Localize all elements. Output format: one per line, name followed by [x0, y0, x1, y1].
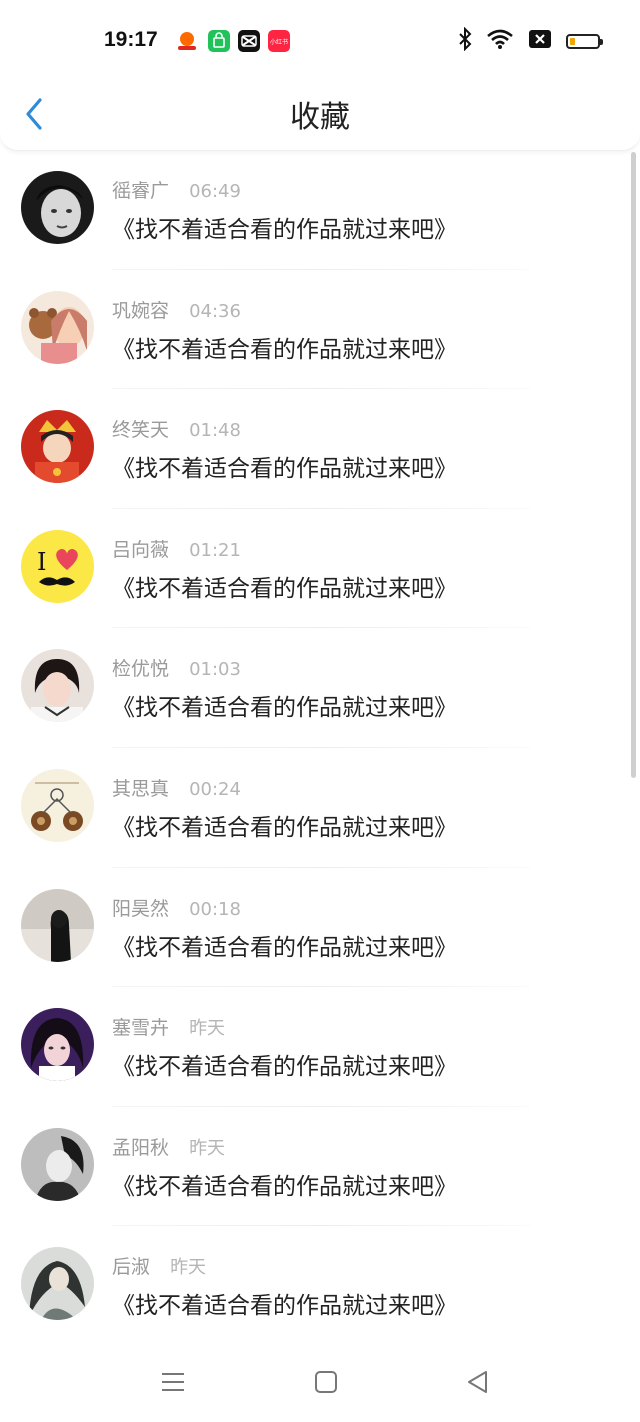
item-message: 《找不着适合看的作品就过来吧》: [112, 1293, 457, 1320]
item-time: 昨天: [189, 1018, 226, 1040]
item-message: 《找不着适合看的作品就过来吧》: [112, 217, 457, 243]
item-meta: 吕向薇 01:21: [112, 535, 241, 562]
wifi-icon: [486, 28, 514, 54]
status-bar: 19:17 小红书: [0, 0, 640, 80]
battery-icon: [566, 33, 603, 49]
system-status-icons: [458, 26, 603, 56]
list-item[interactable]: 后淑 昨天 《找不着适合看的作品就过来吧》: [0, 1226, 640, 1346]
user-name: 巩婉容: [112, 299, 170, 322]
status-time: 19:17: [104, 28, 158, 51]
avatar[interactable]: [21, 171, 94, 244]
user-name: 阳昊然: [112, 897, 170, 920]
battery-level: [570, 37, 576, 45]
item-time: 00:24: [189, 778, 241, 800]
avatar[interactable]: [21, 1127, 94, 1201]
list-item[interactable]: 检优悦 01:03 《找不着适合看的作品就过来吧》: [0, 628, 640, 748]
list-item[interactable]: I 吕向薇 01:21 《找不着适合看的作品就过来吧》: [0, 509, 640, 629]
list-item[interactable]: 孟阳秋 昨天 《找不着适合看的作品就过来吧》: [0, 1107, 640, 1227]
user-name: 终笑天: [112, 419, 170, 442]
list-item[interactable]: 终笑天 01:48 《找不着适合看的作品就过来吧》: [0, 389, 640, 509]
back-triangle-icon: [468, 1371, 487, 1393]
list-item[interactable]: 阳昊然 00:18 《找不着适合看的作品就过来吧》: [0, 868, 640, 988]
user-name: 孟阳秋: [112, 1136, 170, 1159]
avatar[interactable]: I: [21, 529, 94, 603]
user-name: 其思真: [112, 777, 170, 800]
avatar[interactable]: [21, 1247, 94, 1321]
item-message: 《找不着适合看的作品就过来吧》: [112, 575, 457, 602]
taobao-icon: [176, 30, 198, 52]
item-meta: 阳昊然 00:18: [112, 894, 241, 921]
no-sim-icon: [528, 29, 552, 53]
menu-icon: [162, 1373, 184, 1391]
item-time: 04:36: [189, 300, 241, 322]
avatar[interactable]: [21, 768, 94, 842]
user-name: 吕向薇: [112, 538, 170, 561]
item-message: 《找不着适合看的作品就过来吧》: [112, 934, 457, 961]
capcut-icon: [238, 30, 260, 52]
item-message: 《找不着适合看的作品就过来吧》: [112, 1054, 457, 1081]
item-meta: 塞雪卉 昨天: [112, 1013, 225, 1040]
svg-text:小红书: 小红书: [270, 38, 288, 46]
item-message: 《找不着适合看的作品就过来吧》: [112, 336, 457, 363]
item-time: 06:49: [189, 181, 241, 202]
system-nav-bar: [0, 1342, 640, 1422]
user-name: 徭睿广: [112, 180, 170, 202]
xiaohongshu-icon: 小红书: [268, 30, 290, 52]
avatar-letter-icon: I: [37, 548, 46, 576]
avatar[interactable]: [21, 410, 94, 484]
user-name: 检优悦: [112, 658, 170, 681]
back-nav-button[interactable]: [458, 1362, 498, 1402]
item-meta: 其思真 00:24: [112, 774, 241, 801]
list-item[interactable]: 巩婉容 04:36 《找不着适合看的作品就过来吧》: [0, 270, 640, 390]
favorites-list: 徭睿广 06:49 《找不着适合看的作品就过来吧》 巩婉容 04:36 《找不着…: [0, 150, 640, 1346]
list-item[interactable]: 徭睿广 06:49 《找不着适合看的作品就过来吧》: [0, 150, 640, 270]
menu-button[interactable]: [153, 1362, 193, 1402]
bluetooth-icon: [458, 26, 472, 55]
item-meta: 巩婉容 04:36: [112, 296, 241, 323]
item-time: 01:21: [189, 539, 241, 561]
page-title: 收藏: [290, 100, 350, 135]
list-item[interactable]: 其思真 00:24 《找不着适合看的作品就过来吧》: [0, 748, 640, 868]
user-name: 后淑: [112, 1256, 151, 1279]
item-time: 01:48: [189, 420, 241, 442]
item-message: 《找不着适合看的作品就过来吧》: [112, 814, 457, 841]
item-meta: 后淑 昨天: [112, 1252, 206, 1279]
avatar[interactable]: [21, 1008, 94, 1082]
item-time: 昨天: [170, 1257, 207, 1279]
item-time: 01:03: [189, 659, 241, 681]
shop-bag-icon: [208, 30, 230, 52]
app-header: 收藏: [0, 80, 640, 151]
avatar[interactable]: [21, 290, 94, 364]
item-meta: 孟阳秋 昨天: [112, 1133, 225, 1160]
item-meta: 徭睿广 06:49: [112, 176, 241, 203]
scrollbar[interactable]: [631, 152, 636, 778]
item-meta: 检优悦 01:03: [112, 654, 241, 681]
item-time: 00:18: [189, 898, 241, 920]
avatar[interactable]: [21, 888, 94, 962]
item-message: 《找不着适合看的作品就过来吧》: [112, 456, 457, 483]
user-name: 塞雪卉: [112, 1017, 170, 1040]
item-meta: 终笑天 01:48: [112, 415, 241, 442]
home-button[interactable]: [306, 1362, 346, 1402]
home-square-icon: [315, 1371, 337, 1393]
avatar[interactable]: [21, 649, 94, 723]
item-message: 《找不着适合看的作品就过来吧》: [112, 1173, 457, 1200]
list-item[interactable]: 塞雪卉 昨天 《找不着适合看的作品就过来吧》: [0, 987, 640, 1107]
item-message: 《找不着适合看的作品就过来吧》: [112, 695, 457, 722]
item-time: 昨天: [189, 1137, 226, 1159]
